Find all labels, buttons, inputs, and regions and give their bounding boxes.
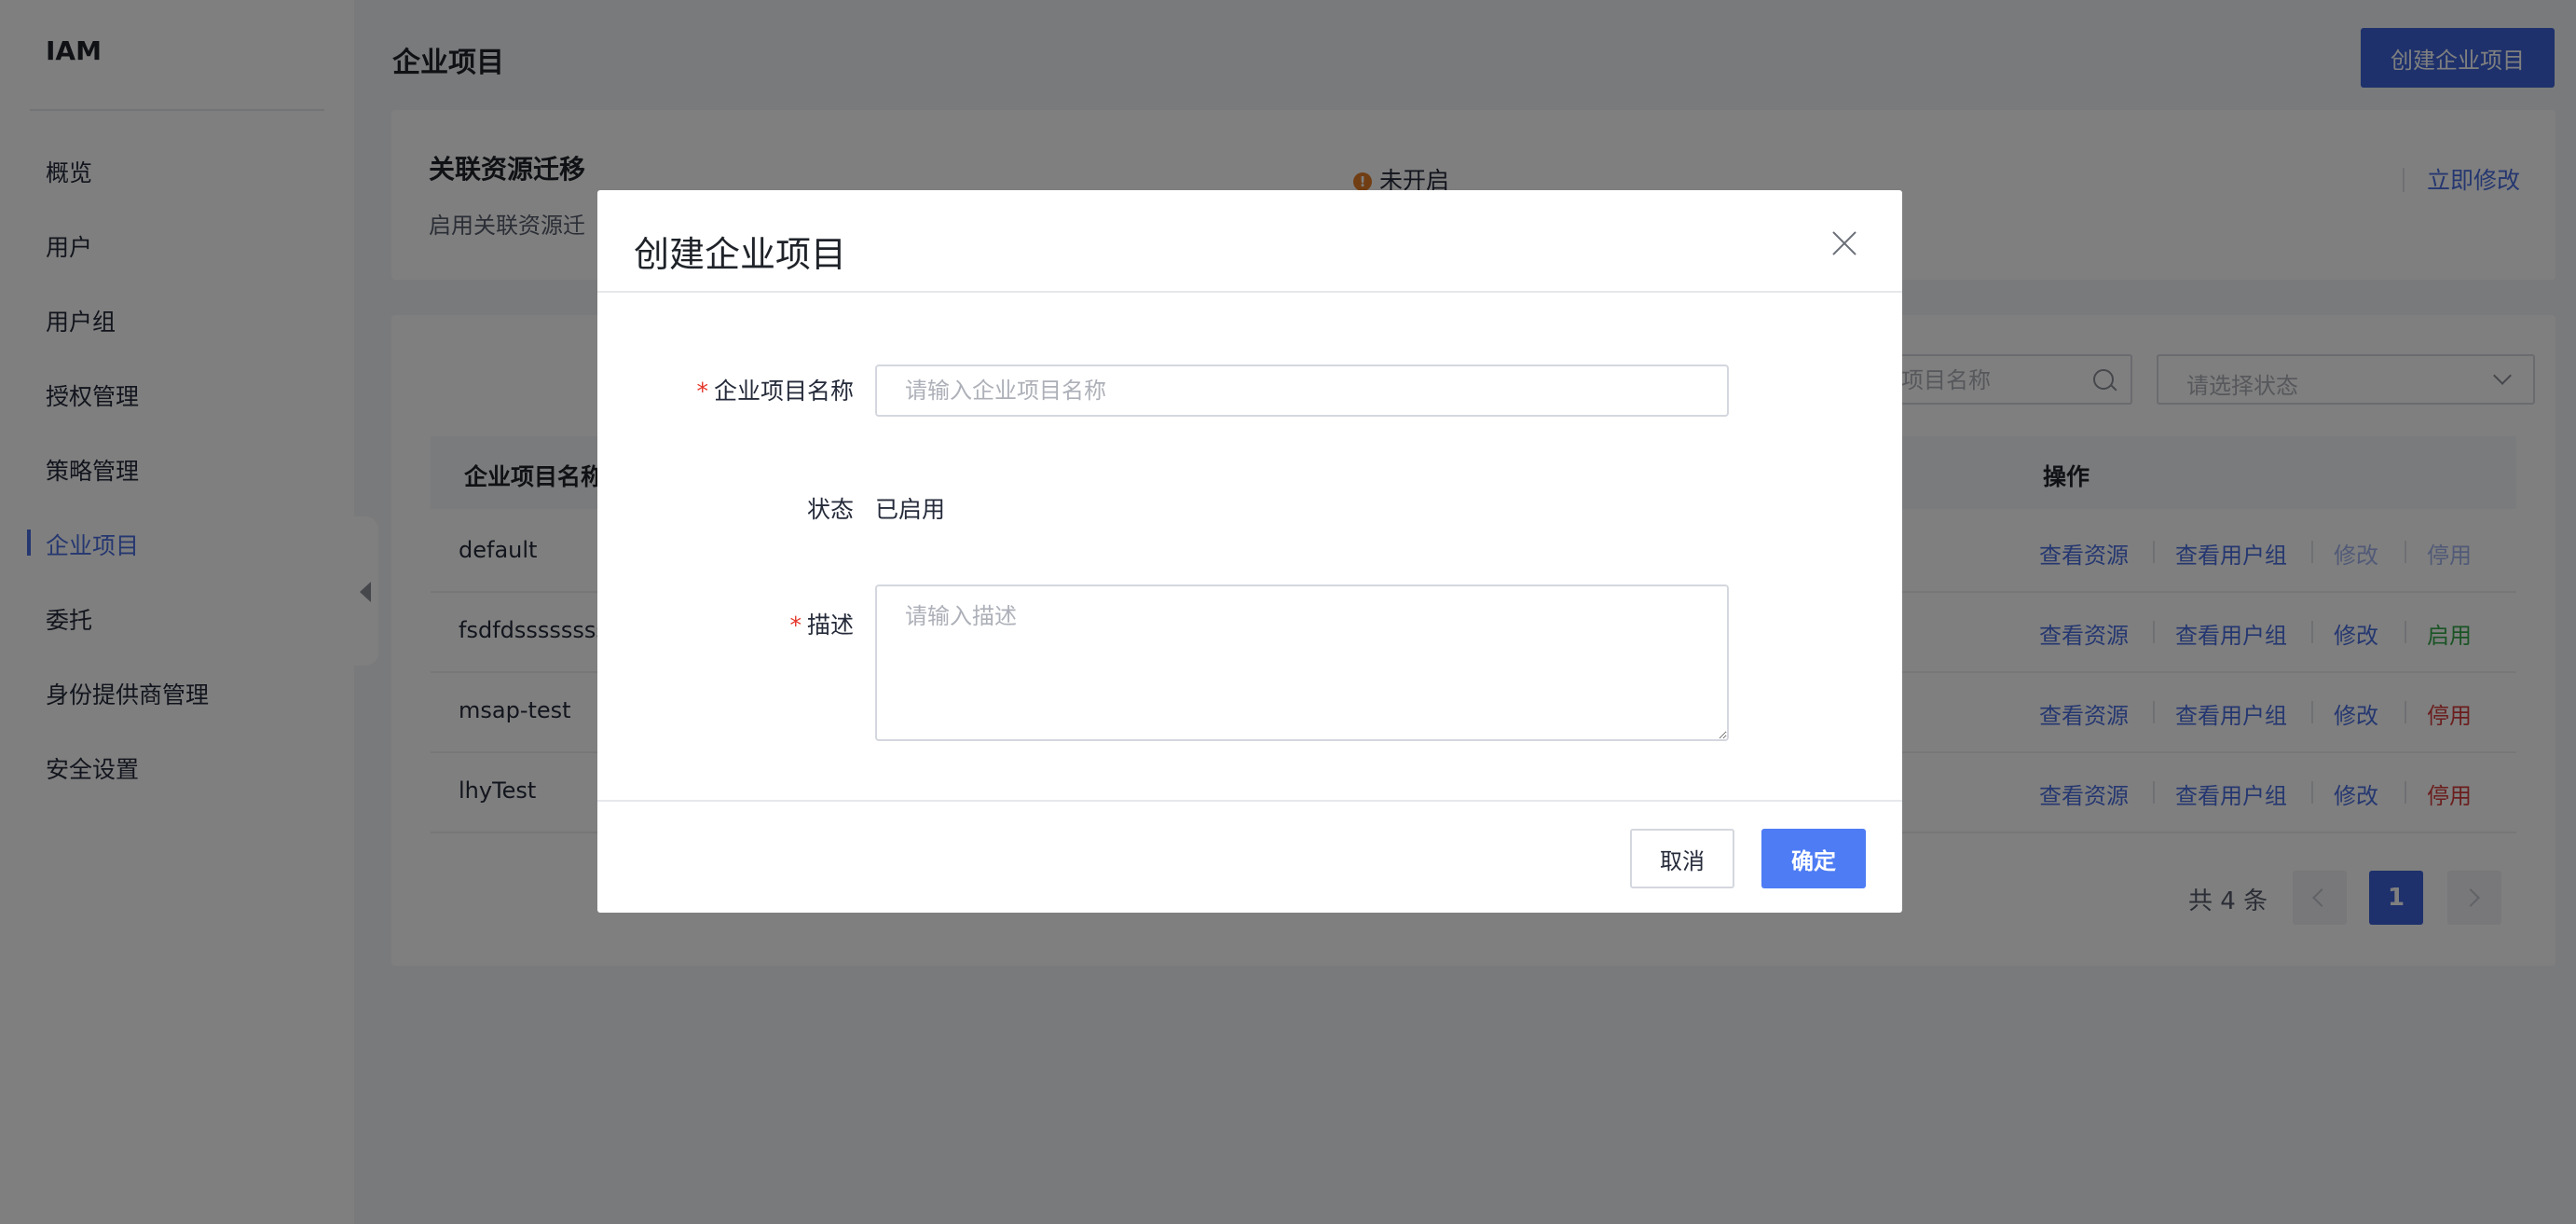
project-name-input[interactable] — [875, 364, 1729, 417]
dialog-title: 创建企业项目 — [634, 234, 847, 275]
status-value: 已启用 — [875, 496, 946, 523]
cancel-button[interactable]: 取消 — [1630, 829, 1734, 888]
close-icon[interactable] — [1829, 229, 1859, 259]
status-label: 状态 — [806, 496, 854, 523]
project-name-label: * 企业项目名称 — [696, 373, 854, 406]
dialog-footer-divider — [597, 800, 1902, 802]
description-label-text: 描述 — [806, 612, 854, 639]
description-textarea[interactable] — [875, 584, 1729, 741]
required-mark: * — [789, 612, 802, 639]
dialog-header-divider — [597, 291, 1902, 293]
required-mark: * — [696, 378, 708, 405]
create-project-dialog: 创建企业项目 *企业项目名称 状态 已启用 *描述 取消 确定 — [597, 190, 1902, 913]
description-label: * 描述 — [789, 607, 854, 640]
confirm-button[interactable]: 确定 — [1761, 829, 1866, 888]
project-name-label-text: 企业项目名称 — [713, 378, 854, 405]
